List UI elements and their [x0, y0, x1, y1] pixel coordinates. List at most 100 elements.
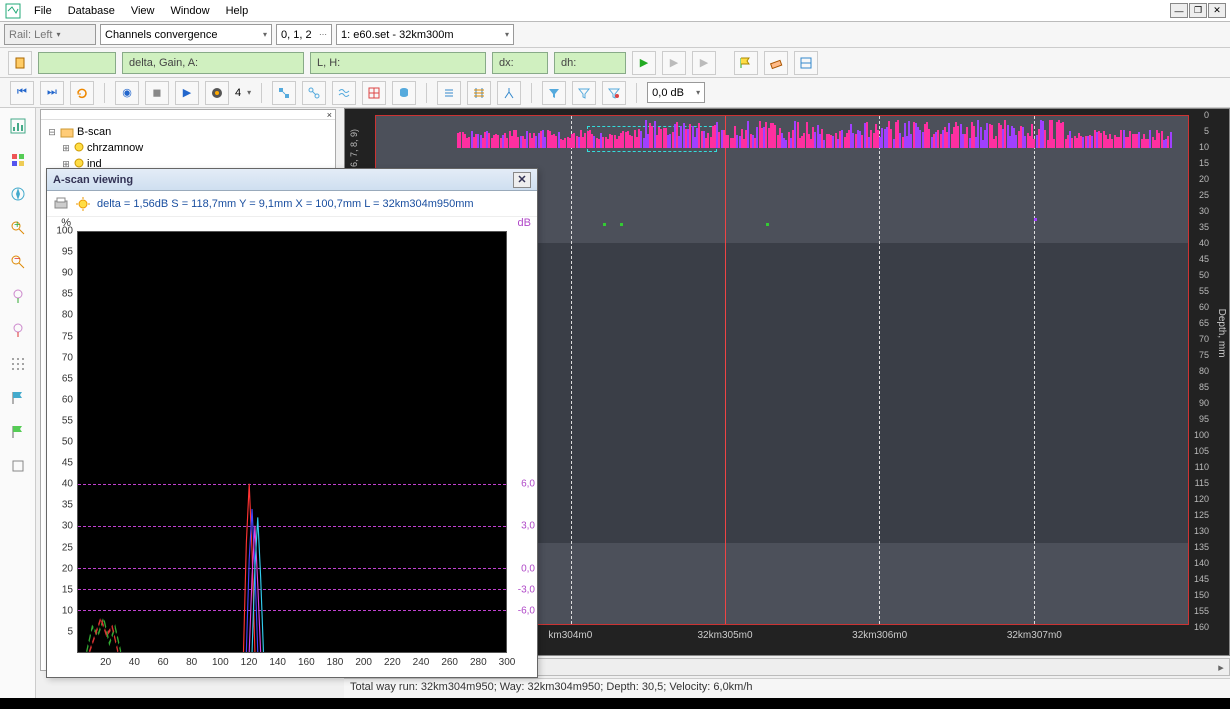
- refresh-icon[interactable]: [70, 81, 94, 105]
- mode-value: Channels convergence: [105, 29, 218, 41]
- ascan-xtick: 280: [470, 657, 487, 668]
- side-grid-icon[interactable]: [6, 148, 30, 172]
- chevron-down-icon: ▾: [505, 30, 509, 39]
- bscan-ytick: 70: [1199, 334, 1209, 344]
- tree-root[interactable]: ⊟ B-scan: [47, 124, 329, 140]
- filter2-icon[interactable]: [572, 81, 596, 105]
- counter-arrow-icon[interactable]: ▾: [247, 88, 251, 97]
- panel-close-icon[interactable]: ×: [41, 110, 335, 120]
- restore-icon[interactable]: ❐: [1189, 3, 1207, 18]
- readout-empty1: [38, 52, 116, 74]
- sun-icon[interactable]: [75, 196, 91, 212]
- stop-icon[interactable]: ◼: [145, 81, 169, 105]
- side-chart-icon[interactable]: [6, 114, 30, 138]
- flag-play-icon[interactable]: [734, 51, 758, 75]
- menu-database[interactable]: Database: [60, 3, 123, 19]
- tool1-icon[interactable]: [272, 81, 296, 105]
- bscan-ytick: 150: [1194, 590, 1209, 600]
- ascan-ytick: 25: [62, 542, 73, 553]
- bscan-ytick: 90: [1199, 398, 1209, 408]
- bscan-ytick: 85: [1199, 382, 1209, 392]
- tool2-icon[interactable]: [302, 81, 326, 105]
- setfile-select[interactable]: 1: e60.set - 32km300m ▾: [336, 24, 514, 45]
- bscan-ytick: 110: [1195, 462, 1209, 472]
- bscan-noise: [457, 118, 1172, 148]
- play-green-icon[interactable]: ▶: [632, 51, 656, 75]
- side-dotgrid-icon[interactable]: [6, 352, 30, 376]
- menu-help[interactable]: Help: [218, 3, 257, 19]
- ellipsis-icon: ⋯: [319, 30, 327, 39]
- waves-icon[interactable]: [332, 81, 356, 105]
- ascan-ytick: 45: [62, 458, 73, 469]
- setfile-value: 1: e60.set - 32km300m: [341, 29, 454, 41]
- track-icon[interactable]: [467, 81, 491, 105]
- menu-view[interactable]: View: [123, 3, 163, 19]
- side-flag1-icon[interactable]: [6, 386, 30, 410]
- list-icon[interactable]: [437, 81, 461, 105]
- ascan-xtick: 120: [241, 657, 258, 668]
- mode-select[interactable]: Channels convergence ▾: [100, 24, 272, 45]
- readout-dh: dh:: [554, 52, 626, 74]
- chevron-down-icon: ▾: [263, 30, 267, 39]
- layout-icon[interactable]: [794, 51, 818, 75]
- side-flag2-icon[interactable]: [6, 420, 30, 444]
- bscan-ytick: 15: [1199, 158, 1209, 168]
- side-compass-icon[interactable]: [6, 182, 30, 206]
- play-blue-icon[interactable]: ▶: [175, 81, 199, 105]
- side-zoom-v2-icon[interactable]: [6, 318, 30, 342]
- menu-file[interactable]: File: [26, 3, 60, 19]
- rail-select[interactable]: Rail: Left ▾: [4, 24, 96, 45]
- bscan-sidelabel: 6, 7, 8, 9): [349, 129, 359, 167]
- skip-start-icon[interactable]: ⏮: [10, 81, 34, 105]
- side-stop2-icon[interactable]: [6, 454, 30, 478]
- bscan-xtick: km304m0: [548, 630, 592, 641]
- play-gray2-icon[interactable]: ▶: [692, 51, 716, 75]
- db-header: dB: [518, 217, 531, 229]
- expand-icon[interactable]: ⊞: [61, 143, 71, 154]
- skip-end-icon[interactable]: ⏭: [40, 81, 64, 105]
- chevron-down-icon: ▾: [56, 30, 60, 39]
- db-value: 0,0 dB: [652, 87, 684, 99]
- tree-child1[interactable]: ⊞ chrzamnow: [47, 140, 329, 156]
- filter1-icon[interactable]: [542, 81, 566, 105]
- collapse-icon[interactable]: ⊟: [47, 127, 57, 138]
- grid-red-icon[interactable]: [362, 81, 386, 105]
- bscan-ytick: 145: [1194, 574, 1209, 584]
- side-zoom-out-icon[interactable]: −: [6, 250, 30, 274]
- target-icon[interactable]: [205, 81, 229, 105]
- ascan-plot[interactable]: dB: [77, 217, 537, 675]
- side-zoom-in-icon[interactable]: +: [6, 216, 30, 240]
- ascan-xtick: 80: [186, 657, 197, 668]
- clipboard-icon[interactable]: [8, 51, 32, 75]
- ascan-xaxis: 2040608010012014016018020022024026028030…: [77, 657, 507, 673]
- play-gray1-icon[interactable]: ▶: [662, 51, 686, 75]
- bscan-ytick: 20: [1199, 174, 1209, 184]
- print-icon[interactable]: [53, 196, 69, 212]
- side-zoom-v1-icon[interactable]: [6, 284, 30, 308]
- filter3-icon[interactable]: [602, 81, 626, 105]
- ascan-titlebar[interactable]: A-scan viewing ✕: [47, 169, 537, 191]
- close-icon[interactable]: ✕: [1208, 3, 1226, 18]
- separator: [104, 83, 105, 103]
- ascan-ytick: 30: [62, 521, 73, 532]
- ascan-xtick: 200: [355, 657, 372, 668]
- ascan-xtick: 20: [100, 657, 111, 668]
- db-refresh-icon[interactable]: [392, 81, 416, 105]
- minimize-icon[interactable]: —: [1170, 3, 1188, 18]
- db-spinner[interactable]: 0,0 dB ▾: [647, 82, 705, 103]
- menu-window[interactable]: Window: [162, 3, 217, 19]
- bscan-ytick: 120: [1194, 494, 1209, 504]
- ascan-ytick: 10: [62, 605, 73, 616]
- toolbar-selectors: Rail: Left ▾ Channels convergence ▾ 0, 1…: [0, 22, 1230, 48]
- ascan-dbtick: -3,0: [518, 584, 535, 595]
- ascan-close-icon[interactable]: ✕: [513, 172, 531, 188]
- readout-delta: delta, Gain, A:: [122, 52, 304, 74]
- channels-select[interactable]: 0, 1, 2 ⋯: [276, 24, 332, 45]
- scroll-right-icon[interactable]: ▸: [1213, 659, 1229, 675]
- rec-back-icon[interactable]: ◉: [115, 81, 139, 105]
- branch-icon[interactable]: [497, 81, 521, 105]
- bscan-ytick: 125: [1194, 510, 1209, 520]
- channels-value: 0, 1, 2: [281, 29, 312, 41]
- content-area: × ⊟ B-scan ⊞ chrzamnow ⊞ ind: [36, 108, 1230, 698]
- eraser-icon[interactable]: [764, 51, 788, 75]
